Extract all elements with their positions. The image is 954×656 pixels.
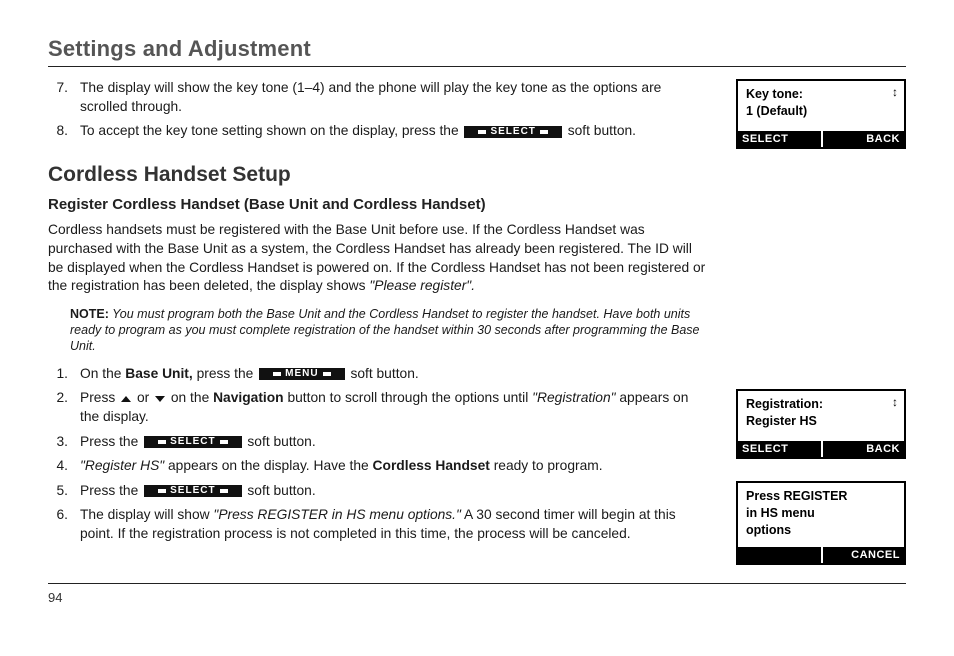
content-columns: 7. The display will show the key tone (1… <box>48 79 906 565</box>
cordless-title: Cordless Handset Setup <box>48 161 708 189</box>
step-number: 3. <box>48 433 68 452</box>
step-3: 3. Press the SELECT soft button. <box>48 433 708 452</box>
steps-keytone: 7. The display will show the key tone (1… <box>48 79 708 141</box>
t-bold: Navigation <box>213 390 284 405</box>
title-rule <box>48 66 906 67</box>
scroll-indicator-icon: ↕ <box>892 396 898 408</box>
intro-quote: "Please register". <box>369 278 475 293</box>
t-quote: "Registration" <box>532 390 615 405</box>
t: On the <box>80 366 125 381</box>
lcd-keytone: ↕ Key tone: 1 (Default) SELECT BACK <box>736 79 906 149</box>
step-number: 4. <box>48 457 68 476</box>
step-2: 2. Press or on the Navigation button to … <box>48 389 708 426</box>
lcd-body: ↕ Registration: Register HS <box>738 391 904 441</box>
t-bold: Cordless Handset <box>373 458 490 473</box>
t: press the <box>193 366 257 381</box>
select-softkey-icon: SELECT <box>144 485 241 497</box>
softkey-label: MENU <box>285 367 318 381</box>
t: The display will show <box>80 507 213 522</box>
t: Press the <box>80 483 142 498</box>
t: on the <box>167 390 213 405</box>
step-text-post: soft button. <box>564 123 636 138</box>
lcd-line: 1 (Default) <box>746 104 896 118</box>
lcd-softkey-row: CANCEL <box>738 547 904 563</box>
softkey-label: SELECT <box>170 435 215 449</box>
lcd-softkey-right: BACK <box>821 441 904 457</box>
step-6: 6. The display will show "Press REGISTER… <box>48 506 708 543</box>
t-bold: Base Unit, <box>125 366 192 381</box>
lcd-softkey-right: CANCEL <box>821 547 904 563</box>
spacer <box>736 459 906 481</box>
t-quote: "Press REGISTER in HS menu options." <box>213 507 461 522</box>
lcd-body: ↕ Key tone: 1 (Default) <box>738 81 904 131</box>
lcd-line: Register HS <box>746 414 896 428</box>
step-number: 2. <box>48 389 68 426</box>
t: appears on the display. Have the <box>164 458 372 473</box>
section-title: Settings and Adjustment <box>48 36 906 62</box>
t: Press <box>80 390 119 405</box>
lcd-line: Key tone: <box>746 87 896 101</box>
lcd-softkey-left-blank <box>738 547 821 563</box>
step-number: 8. <box>48 122 68 141</box>
softkey-label: SELECT <box>170 484 215 498</box>
document-page: Settings and Adjustment 7. The display w… <box>0 0 954 605</box>
lcd-line: in HS menu <box>746 506 896 520</box>
step-text-pre: To accept the key tone setting shown on … <box>80 123 462 138</box>
page-number: 94 <box>48 590 906 605</box>
lcd-registration: ↕ Registration: Register HS SELECT BACK <box>736 389 906 459</box>
menu-softkey-icon: MENU <box>259 368 344 380</box>
note-label: NOTE: <box>70 307 109 321</box>
step-text: On the Base Unit, press the MENU soft bu… <box>80 365 708 384</box>
step-8: 8. To accept the key tone setting shown … <box>48 122 708 141</box>
step-text: Press the SELECT soft button. <box>80 482 708 501</box>
lcd-line: Registration: <box>746 397 896 411</box>
lcd-body: Press REGISTER in HS menu options <box>738 483 904 547</box>
intro-paragraph: Cordless handsets must be registered wit… <box>48 221 708 296</box>
lcd-softkey-left: SELECT <box>738 131 821 147</box>
t: ready to program. <box>490 458 603 473</box>
spacer <box>736 149 906 389</box>
lcd-softkey-row: SELECT BACK <box>738 441 904 457</box>
step-text: To accept the key tone setting shown on … <box>80 122 708 141</box>
lcd-softkey-left: SELECT <box>738 441 821 457</box>
step-text: Press or on the Navigation button to scr… <box>80 389 708 426</box>
main-column: 7. The display will show the key tone (1… <box>48 79 708 565</box>
lcd-softkey-row: SELECT BACK <box>738 131 904 147</box>
lcd-line: Press REGISTER <box>746 489 896 503</box>
arrow-up-icon <box>121 396 131 402</box>
softkey-label: SELECT <box>490 125 535 139</box>
t: soft button. <box>347 366 419 381</box>
step-number: 5. <box>48 482 68 501</box>
step-text: The display will show "Press REGISTER in… <box>80 506 708 543</box>
lcd-line: options <box>746 523 896 537</box>
select-softkey-icon: SELECT <box>464 126 561 138</box>
lcd-press-register: Press REGISTER in HS menu options CANCEL <box>736 481 906 565</box>
note-body: You must program both the Base Unit and … <box>70 307 700 354</box>
step-number: 1. <box>48 365 68 384</box>
register-subtitle: Register Cordless Handset (Base Unit and… <box>48 195 708 215</box>
t: soft button. <box>244 483 316 498</box>
step-1: 1. On the Base Unit, press the MENU soft… <box>48 365 708 384</box>
steps-register: 1. On the Base Unit, press the MENU soft… <box>48 365 708 544</box>
t: or <box>133 390 153 405</box>
step-4: 4. "Register HS" appears on the display.… <box>48 457 708 476</box>
lcd-softkey-right: BACK <box>821 131 904 147</box>
step-number: 6. <box>48 506 68 543</box>
t: Press the <box>80 434 142 449</box>
scroll-indicator-icon: ↕ <box>892 86 898 98</box>
step-text: "Register HS" appears on the display. Ha… <box>80 457 708 476</box>
t: button to scroll through the options unt… <box>284 390 533 405</box>
step-number: 7. <box>48 79 68 116</box>
step-text: The display will show the key tone (1–4)… <box>80 79 708 116</box>
step-7: 7. The display will show the key tone (1… <box>48 79 708 116</box>
t-quote: "Register HS" <box>80 458 164 473</box>
step-5: 5. Press the SELECT soft button. <box>48 482 708 501</box>
step-text: Press the SELECT soft button. <box>80 433 708 452</box>
t: soft button. <box>244 434 316 449</box>
side-column: ↕ Key tone: 1 (Default) SELECT BACK ↕ Re… <box>736 79 906 565</box>
note-block: NOTE: You must program both the Base Uni… <box>70 306 708 355</box>
footer-rule <box>48 583 906 584</box>
select-softkey-icon: SELECT <box>144 436 241 448</box>
arrow-down-icon <box>155 396 165 402</box>
